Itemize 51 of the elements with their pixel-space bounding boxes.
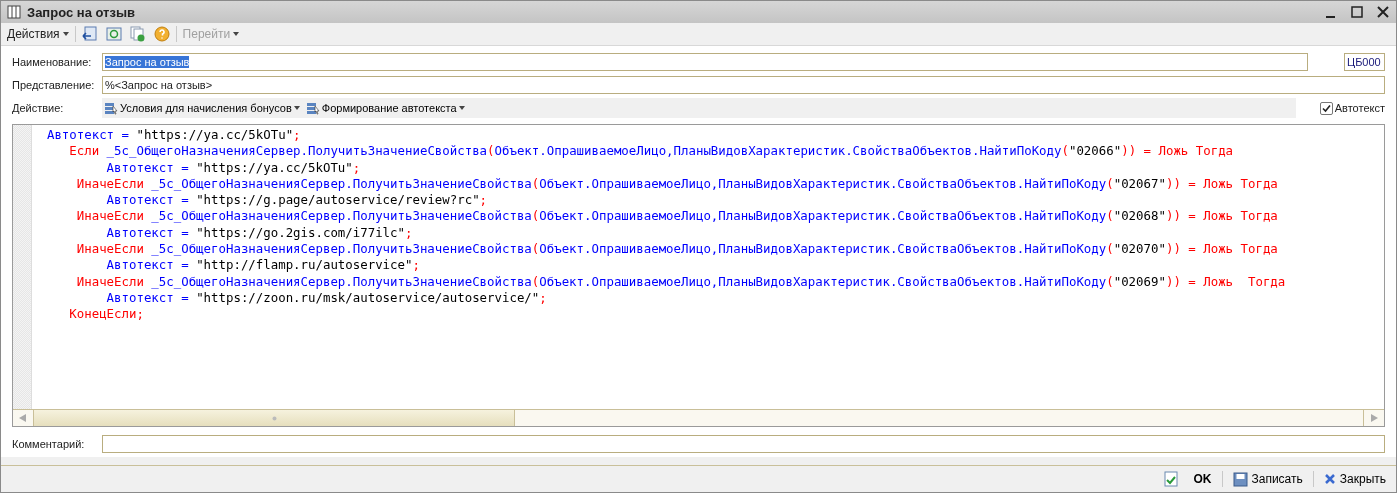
code-line: ИначеЕсли _5с_ОбщегоНазначенияСервер.ПолучитьЗначениеСвойства(Объект.ОпрашиваемоеЛицо,ПланыВидовХарактеристик.СвойстваОбъектов.НайтиПоКоду("02068")) = Ложь Тогда [75,208,1279,225]
field-label: Комментарий: [12,438,86,450]
caret-icon [458,106,465,110]
autotext-checkbox[interactable]: Автотекст [1319,101,1385,115]
code-line: ИначеЕсли _5с_ОбщегоНазначенияСервер.ПолучитьЗначениеСвойства(Объект.ОпрашиваемоеЛицо,ПланыВидовХарактеристик.СвойстваОбъектов.НайтиПоКоду("02069")) = Ложь Тогда [75,273,1287,290]
code-line: ИначеЕсли _5с_ОбщегоНазначенияСервер.ПолучитьЗначениеСвойства(Объект.ОпрашиваемоеЛицо,ПланыВидовХарактеристик.СвойстваОбъектов.НайтиПоКоду("02067")) = Ложь Тогда [75,175,1279,193]
close-icon [1323,473,1336,485]
toolbar-button[interactable] [103,26,124,42]
name-field[interactable]: Запрос на отзыв [102,53,1308,71]
field-label: Действие: [12,102,65,114]
maximize-icon[interactable] [1350,5,1364,19]
code-editor[interactable] [12,124,1385,427]
code-field[interactable]: ЦБ000 [1344,53,1385,71]
toolbar-button[interactable] [79,26,100,42]
menu-button[interactable]: Действия [5,27,71,41]
dropdown-button[interactable]: Формирование автотекста [305,101,465,115]
footer-button[interactable]: Записать [1228,471,1307,487]
field-label: Представление: [12,79,96,91]
list-cursor-icon [305,101,320,115]
refresh-icon [105,26,122,42]
code-line: Автотекст = "https://ya.cc/5kOTu"; [45,127,302,144]
caret-icon [293,106,300,110]
copy-add-icon [129,26,146,42]
code-line: Автотекст = "http://flamp.ru/autoservice"; [105,257,421,274]
dropdown-button[interactable]: Условия для начисления бонусов [104,101,300,115]
horizontal-scrollbar[interactable] [13,409,1384,426]
code-line: Автотекст = "https://g.page/autoservice/review?rc"; [105,192,489,209]
caret-icon [62,32,69,36]
caret-icon [233,32,240,36]
left-arrow-icon[interactable] [19,414,27,422]
list-cursor-icon [104,101,118,115]
scroll-thumb[interactable] [34,410,515,426]
presentation-field[interactable]: %<Запрос на отзыв> [102,76,1385,94]
footer-button[interactable]: Закрыть [1319,472,1390,486]
code-line: КонецЕсли; [68,306,145,323]
help-icon [153,26,170,42]
code-line: Автотекст = "https://ya.cc/5kOTu"; [105,159,362,176]
save-icon [1232,471,1248,487]
document-check-icon [1163,471,1178,487]
code-line: ИначеЕсли _5с_ОбщегоНазначенияСервер.ПолучитьЗначениеСвойства(Объект.ОпрашиваемоеЛицо,ПланыВидовХарактеристик.СвойстваОбъектов.НайтиПоКоду("02070")) = Ложь Тогда [75,241,1279,258]
footer-button[interactable]: OK [1159,471,1216,487]
code-line: Автотекст = "https://zoon.ru/msk/autoservice/autoservice/"; [105,289,548,307]
comment-field[interactable] [102,435,1385,453]
code-line: Автотекст = "https://go.2gis.com/i77ilc"; [105,224,414,242]
close-icon[interactable] [1376,5,1390,19]
right-arrow-icon[interactable] [1370,414,1378,422]
window-title: Запрос на отзыв [27,4,136,20]
check-icon [1321,103,1331,113]
code-line: Если _5с_ОбщегоНазначенияСервер.ПолучитьЗначениеСвойства(Объект.ОпрашиваемоеЛицо,ПланыВидовХарактеристик.СвойстваОбъектов.НайтиПоКоду("02066")) = Ложь Тогда [68,143,1235,160]
table-icon [7,5,21,19]
field-label: Наименование: [12,56,93,68]
